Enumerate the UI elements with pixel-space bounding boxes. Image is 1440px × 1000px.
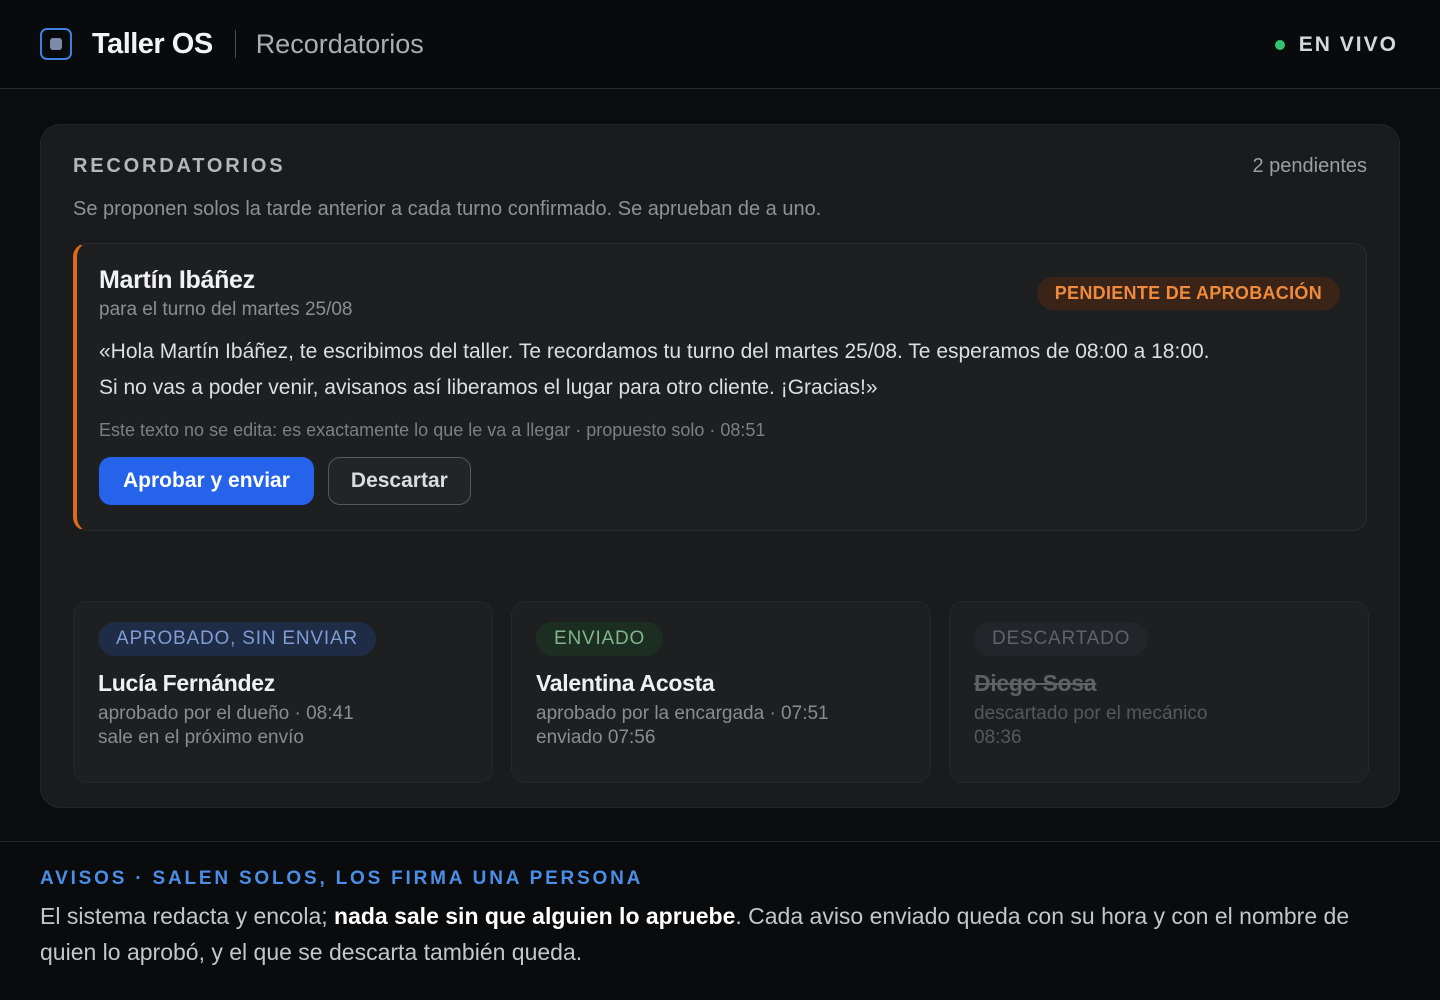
client-name: Lucía Fernández: [98, 670, 275, 696]
status-badge: APROBADO, SIN ENVIAR: [98, 622, 376, 656]
reminder-message: «Hola Martín Ibáñez, te escribimos del t…: [99, 334, 1340, 406]
client-name: Valentina Acosta: [536, 670, 715, 696]
card-detail: aprobado por el dueño · 08:41: [98, 703, 354, 724]
status-badge: PENDIENTE DE APROBACIÓN: [1036, 277, 1340, 310]
message-line: «Hola Martín Ibáñez, te escribimos del t…: [99, 340, 1210, 363]
reminder-card-approved[interactable]: APROBADO, SIN ENVIAR Lucía Fernández apr…: [73, 601, 493, 783]
live-label: EN VIVO: [1298, 33, 1398, 56]
info-footer: AVISOS · SALEN SOLOS, LOS FIRMA UNA PERS…: [0, 841, 1440, 1000]
live-indicator: EN VIVO: [1274, 33, 1398, 57]
client-name: Diego Sosa: [974, 670, 1097, 696]
panel-subtitle: Se proponen solos la tarde anterior a ca…: [73, 198, 822, 220]
pending-reminder-card: Martín Ibáñez para el turno del martes 2…: [73, 243, 1367, 531]
live-dot-icon: [1274, 40, 1285, 50]
card-detail: sale en el próximo envío: [98, 727, 304, 748]
reminders-panel: RECORDATORIOS 2 pendientes Se proponen s…: [40, 124, 1400, 808]
card-detail: aprobado por la encargada · 07:51: [536, 703, 829, 724]
reminder-history: APROBADO, SIN ENVIAR Lucía Fernández apr…: [73, 601, 1369, 783]
card-detail: enviado 07:56: [536, 727, 656, 748]
pending-count: 2 pendientes: [1252, 155, 1367, 177]
top-bar: Taller OS Recordatorios EN VIVO: [0, 0, 1440, 89]
header-divider: [234, 30, 236, 58]
discard-button[interactable]: Descartar: [327, 457, 471, 505]
app-logo-icon: [40, 28, 72, 60]
status-badge: ENVIADO: [536, 622, 664, 656]
footer-text: El sistema redacta y encola; nada sale s…: [40, 898, 1400, 970]
message-note: Este texto no se edita: es exactamente l…: [99, 420, 766, 440]
reminder-card-sent[interactable]: ENVIADO Valentina Acosta aprobado por la…: [511, 601, 931, 783]
status-badge: DESCARTADO: [974, 622, 1149, 656]
panel-title: RECORDATORIOS: [73, 155, 286, 177]
app-title: Taller OS: [92, 27, 213, 60]
page-title: Recordatorios: [255, 28, 424, 59]
footer-text-emphasis: nada sale sin que alguien lo apruebe: [334, 903, 736, 929]
footer-text-part: El sistema redacta y encola;: [40, 903, 335, 929]
reminder-card-discarded[interactable]: DESCARTADO Diego Sosa descartado por el …: [949, 601, 1369, 783]
footer-title: AVISOS · SALEN SOLOS, LOS FIRMA UNA PERS…: [40, 868, 644, 889]
approve-send-button[interactable]: Aprobar y enviar: [99, 457, 314, 505]
card-detail: 08:36: [974, 727, 1022, 748]
card-detail: descartado por el mecánico: [974, 703, 1208, 724]
message-line: Si no vas a poder venir, avisanos así li…: [99, 376, 878, 399]
